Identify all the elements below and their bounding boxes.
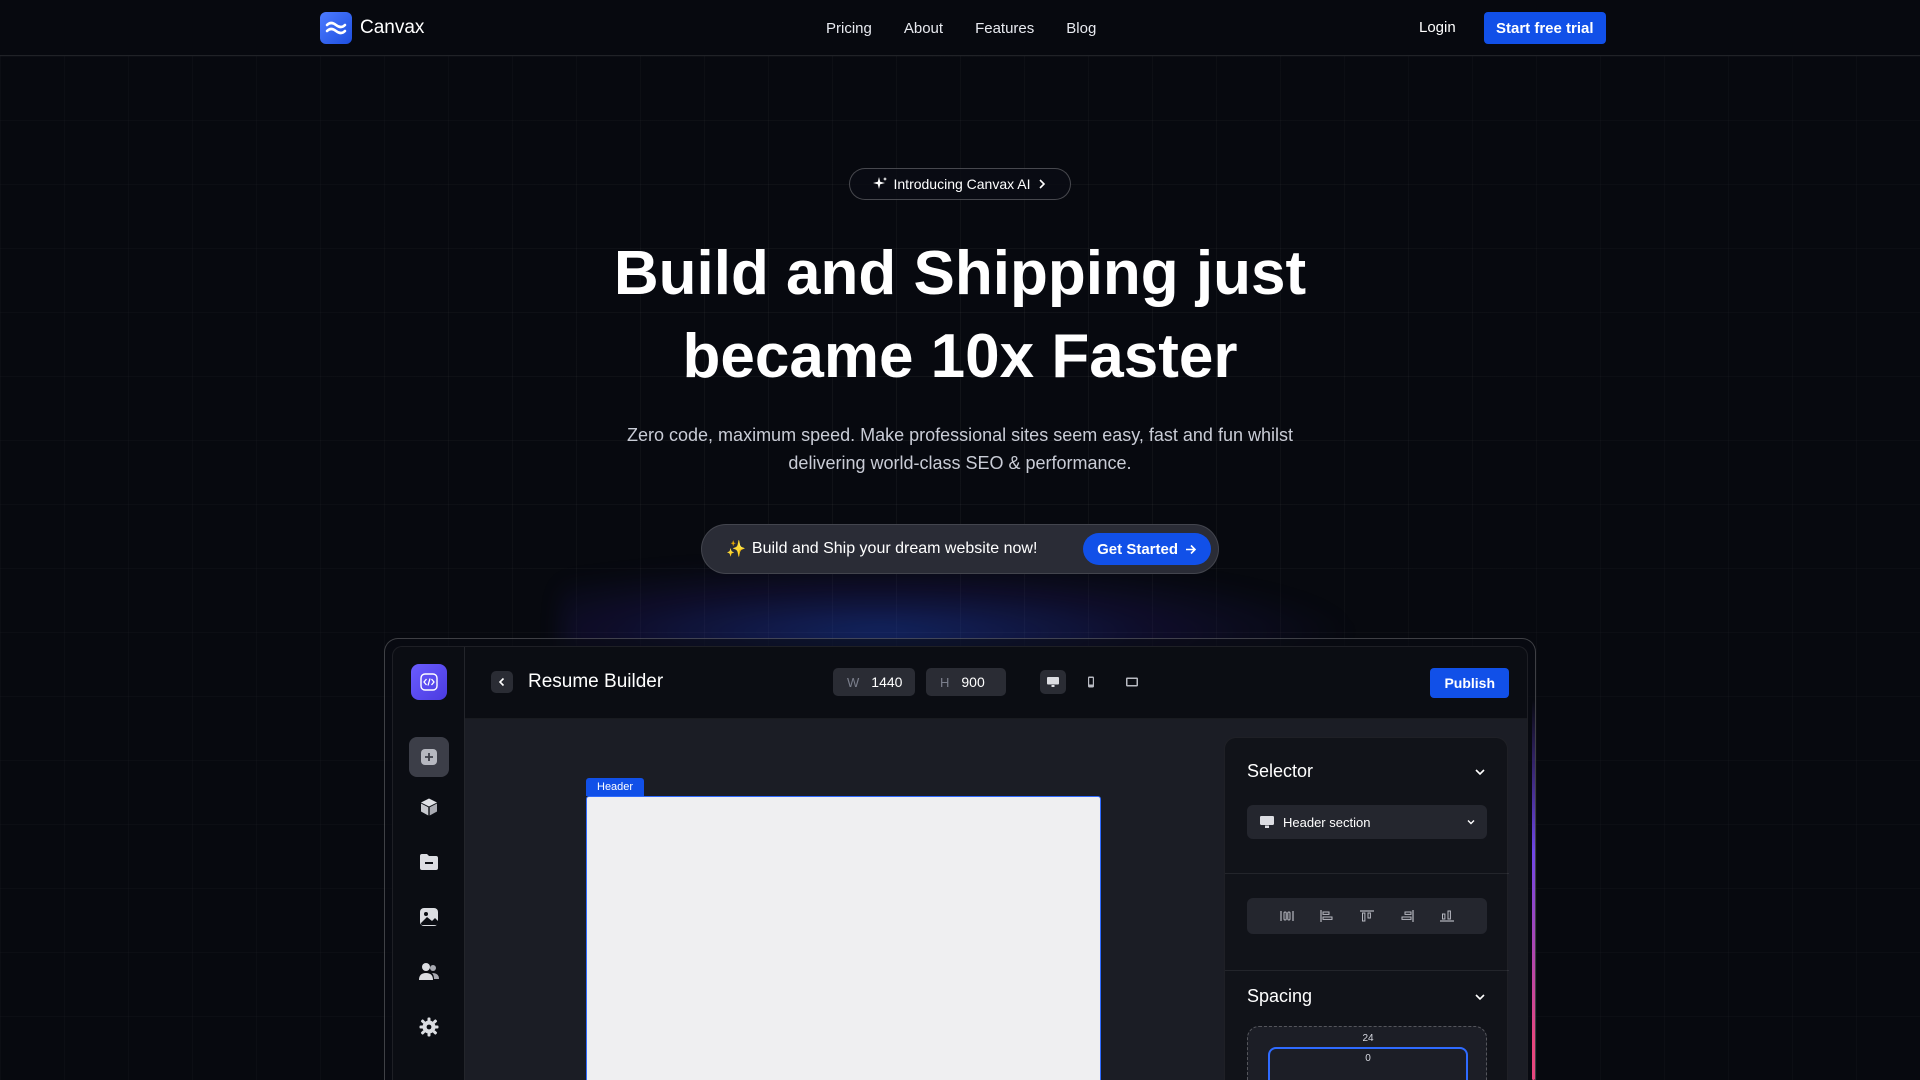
align-top-icon[interactable] [1359, 909, 1375, 923]
distribute-horizontal-icon[interactable] [1279, 909, 1295, 923]
chevron-right-icon [1039, 179, 1046, 189]
phone-icon [1088, 676, 1094, 688]
width-value: 1440 [871, 674, 903, 690]
sparkle-icon [872, 177, 887, 189]
height-field[interactable]: H 900 [926, 668, 1006, 696]
start-free-trial-button[interactable]: Start free trial [1484, 12, 1606, 44]
align-bottom-icon[interactable] [1439, 909, 1455, 923]
selector-value: Header section [1283, 814, 1371, 830]
selector-heading: Selector [1247, 761, 1314, 781]
announcement-text: Introducing Canvax AI [893, 176, 1031, 192]
chevron-down-icon[interactable] [1473, 990, 1487, 1004]
hero-title-line-2: became 10x Faster [682, 322, 1238, 391]
spacing-heading: Spacing [1247, 986, 1313, 1006]
nav-link-about[interactable]: About [904, 20, 943, 37]
code-logo-icon[interactable] [411, 664, 447, 700]
desktop-view-button[interactable] [1040, 670, 1066, 694]
tablet-icon [1126, 677, 1138, 687]
media-button[interactable] [409, 897, 449, 937]
mobile-view-button[interactable] [1080, 671, 1102, 693]
align-right-icon[interactable] [1399, 909, 1415, 923]
hero-title-line-1: Build and Shipping just [613, 239, 1307, 308]
monitor-icon [1260, 816, 1274, 828]
sparkles-emoji-icon: ✨ [726, 541, 746, 558]
nav-link-blog[interactable]: Blog [1066, 20, 1096, 37]
back-button[interactable] [491, 671, 513, 693]
cube-icon [421, 798, 437, 816]
alignment-toolbar [1247, 898, 1487, 934]
users-icon [419, 963, 439, 980]
login-link[interactable]: Login [1419, 19, 1456, 36]
project-title: Resume Builder [528, 671, 664, 692]
panel-divider [1225, 873, 1509, 874]
header-selection-tag: Header [586, 778, 645, 796]
settings-button[interactable] [409, 1007, 449, 1047]
arrow-right-icon [1186, 544, 1197, 554]
height-label: H [940, 674, 950, 690]
editor-topbar: Resume Builder W 1440 H 900 Publish [465, 647, 1527, 719]
nav-link-pricing[interactable]: Pricing [826, 20, 872, 37]
panel-divider [1225, 970, 1509, 971]
announcement-pill[interactable]: Introducing Canvax AI [849, 168, 1071, 200]
brand-logo[interactable]: Canvax [320, 12, 424, 44]
chevron-left-icon [498, 677, 505, 687]
selector-dropdown[interactable]: Header section [1247, 805, 1487, 839]
height-value: 900 [961, 674, 985, 690]
top-nav: Canvax Pricing About Features Blog Login… [0, 0, 1920, 56]
brand-name: Canvax [360, 17, 425, 38]
pages-button[interactable] [409, 842, 449, 882]
hero-subtitle: Zero code, maximum speed. Make professio… [590, 421, 1330, 477]
nav-links: Pricing About Features Blog [826, 20, 1096, 37]
get-started-label: Get Started [1097, 540, 1178, 558]
padding-box[interactable]: 0 [1268, 1047, 1468, 1080]
add-element-button[interactable] [409, 737, 449, 777]
get-started-button[interactable]: Get Started [1083, 533, 1211, 565]
hero-title: Build and Shipping just became 10x Faste… [460, 232, 1460, 398]
users-button[interactable] [409, 952, 449, 992]
gear-icon [419, 1017, 439, 1037]
frame-edge-glow [1532, 700, 1535, 1080]
plus-square-icon [421, 749, 437, 765]
header-section-frame[interactable] [586, 796, 1101, 1080]
nav-link-features[interactable]: Features [975, 20, 1034, 37]
cta-message: ✨ Build and Ship your dream website now! [726, 539, 1037, 559]
components-button[interactable] [409, 787, 449, 827]
margin-top-value[interactable]: 24 [1248, 1033, 1488, 1044]
image-icon [420, 908, 438, 926]
properties-panel: Selector Header section Spacing 24 0 [1224, 737, 1509, 1080]
align-left-icon[interactable] [1319, 909, 1335, 923]
padding-top-value[interactable]: 0 [1270, 1053, 1466, 1064]
width-label: W [847, 674, 860, 690]
hero-subtitle-line-2: delivering world-class SEO & performance… [788, 453, 1132, 473]
folder-icon [420, 854, 438, 870]
monitor-icon [1047, 677, 1059, 687]
publish-button[interactable]: Publish [1430, 668, 1509, 698]
hero-subtitle-line-1: Zero code, maximum speed. Make professio… [627, 425, 1293, 445]
app-sidebar [393, 647, 465, 1080]
tablet-view-button[interactable] [1121, 671, 1143, 693]
width-field[interactable]: W 1440 [833, 668, 915, 696]
cta-bar: ✨ Build and Ship your dream website now!… [701, 524, 1219, 574]
canvax-logo-icon [320, 12, 352, 44]
cta-text: Build and Ship your dream website now! [751, 540, 1038, 557]
margin-box[interactable]: 24 0 [1247, 1026, 1487, 1080]
chevron-down-icon [1467, 820, 1475, 825]
chevron-down-icon[interactable] [1473, 765, 1487, 779]
